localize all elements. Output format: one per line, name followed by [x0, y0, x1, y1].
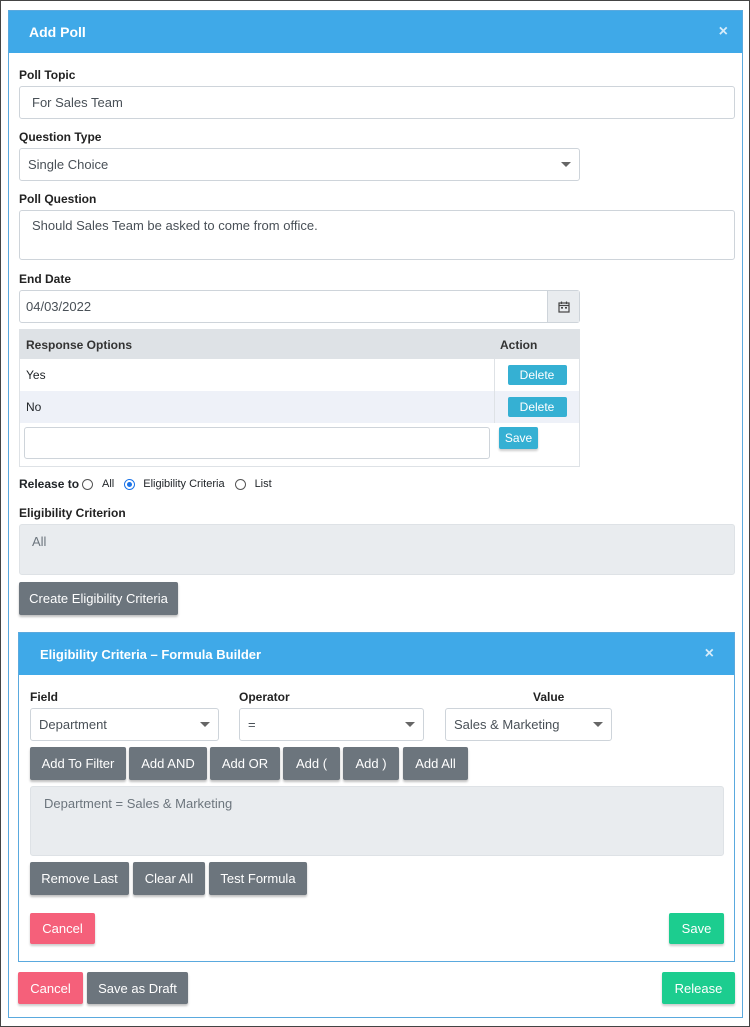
formula-save-button[interactable]: Save [669, 913, 724, 944]
end-date-input[interactable]: 04/03/2022 [19, 290, 580, 323]
question-type-select[interactable]: Single Choice [19, 148, 580, 181]
release-to-group: Release to All Eligibility Criteria List [19, 477, 272, 491]
poll-topic-input[interactable]: For Sales Team [19, 86, 735, 119]
value-value: Sales & Marketing [454, 717, 560, 732]
column-header: Action [500, 337, 538, 352]
chevron-down-icon [593, 722, 603, 727]
radio-eligibility-label: Eligibility Criteria [143, 478, 225, 490]
test-formula-button[interactable]: Test Formula [209, 862, 307, 895]
modal-title: Add Poll [29, 24, 86, 40]
calendar-icon[interactable] [547, 291, 579, 322]
radio-all[interactable] [82, 478, 94, 490]
radio-all-label: All [102, 478, 115, 490]
response-option: Yes [26, 368, 46, 382]
radio-eligibility-criteria[interactable] [124, 478, 136, 490]
clear-all-button[interactable]: Clear All [133, 862, 205, 895]
chevron-down-icon [405, 722, 415, 727]
poll-topic-value: For Sales Team [32, 95, 123, 110]
formula-builder-panel: Eligibility Criteria – Formula Builder ×… [18, 632, 735, 962]
table-header: Response Options Action [20, 330, 579, 359]
radio-list-label: List [254, 478, 272, 490]
eligibility-criterion-value: All [32, 534, 47, 549]
value-select[interactable]: Sales & Marketing [445, 708, 612, 741]
table-row: Yes Delete [20, 359, 579, 391]
operator-value: = [248, 717, 256, 732]
add-poll-modal: Add Poll × Poll Topic For Sales Team Que… [8, 10, 743, 1018]
release-to-label: Release to [19, 477, 80, 491]
value-label: Value [533, 690, 565, 704]
table-row: No Delete [20, 391, 579, 423]
eligibility-criterion-field: All [19, 524, 735, 575]
delete-button[interactable]: Delete [507, 397, 567, 417]
cancel-button[interactable]: Cancel [18, 972, 83, 1004]
field-value: Department [39, 717, 107, 732]
formula-cancel-button[interactable]: Cancel [30, 913, 95, 944]
question-type-value: Single Choice [28, 157, 109, 172]
close-icon[interactable]: × [705, 645, 714, 663]
save-option-button[interactable]: Save [499, 427, 538, 449]
poll-topic-label: Poll Topic [19, 68, 76, 82]
formula-builder-header: Eligibility Criteria – Formula Builder × [19, 633, 734, 675]
end-date-label: End Date [19, 272, 72, 286]
chevron-down-icon [200, 722, 210, 727]
add-close-paren-button[interactable]: Add ) [343, 747, 399, 780]
poll-question-label: Poll Question [19, 192, 97, 206]
operator-select[interactable]: = [239, 708, 424, 741]
remove-last-button[interactable]: Remove Last [30, 862, 129, 895]
column-header: Response Options [26, 337, 133, 352]
new-option-input[interactable] [24, 427, 490, 459]
chevron-down-icon [561, 162, 571, 167]
formula-builder-title: Eligibility Criteria – Formula Builder [40, 646, 262, 662]
add-all-button[interactable]: Add All [403, 747, 468, 780]
save-as-draft-button[interactable]: Save as Draft [87, 972, 188, 1004]
add-and-button[interactable]: Add AND [129, 747, 207, 780]
add-to-filter-button[interactable]: Add To Filter [30, 747, 126, 780]
poll-question-value: Should Sales Team be asked to come from … [32, 218, 318, 233]
create-eligibility-criteria-button[interactable]: Create Eligibility Criteria [19, 582, 178, 615]
field-select[interactable]: Department [30, 708, 219, 741]
formula-display: Department = Sales & Marketing [30, 786, 724, 856]
field-label: Field [30, 690, 59, 704]
add-or-button[interactable]: Add OR [210, 747, 280, 780]
response-option: No [26, 400, 42, 414]
formula-text: Department = Sales & Marketing [44, 796, 233, 811]
close-icon[interactable]: × [719, 23, 728, 41]
end-date-value: 04/03/2022 [26, 299, 92, 314]
question-type-label: Question Type [19, 130, 102, 144]
eligibility-criterion-label: Eligibility Criterion [19, 506, 126, 520]
radio-list[interactable] [234, 478, 246, 490]
operator-label: Operator [239, 690, 290, 704]
release-button[interactable]: Release [662, 972, 735, 1004]
add-open-paren-button[interactable]: Add ( [283, 747, 340, 780]
poll-question-textarea[interactable]: Should Sales Team be asked to come from … [19, 210, 735, 260]
add-option-row: Save [20, 423, 579, 466]
delete-button[interactable]: Delete [507, 365, 567, 385]
modal-header: Add Poll × [9, 11, 742, 53]
response-options-table: Response Options Action Yes Delete No De… [19, 329, 580, 467]
